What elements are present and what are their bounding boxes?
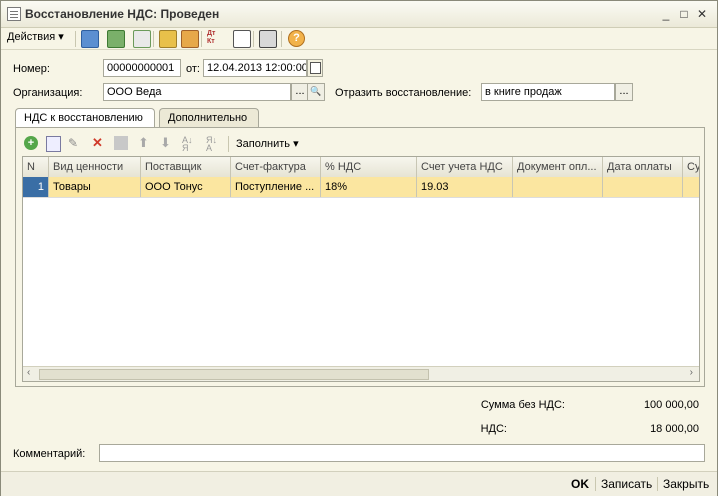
column-header-invoice[interactable]: Счет-фактура <box>231 157 321 177</box>
column-header-payment-document[interactable]: Документ опл... <box>513 157 603 177</box>
tab-panel: + ✎ ✕ ⬆ ⬇ A↓ Я Я↓ A Заполнить ▾ N Вид ценн… <box>15 127 705 387</box>
toolbar-separator <box>228 136 229 152</box>
number-field[interactable]: 00000000001 <box>103 59 181 77</box>
tab-additional[interactable]: Дополнительно <box>159 108 259 128</box>
sort-ascending-icon[interactable]: A↓ Я <box>182 136 196 153</box>
toolbar-separator <box>75 31 76 47</box>
fill-button[interactable]: Заполнить ▾ <box>236 137 299 150</box>
toolbar-separator <box>253 31 254 47</box>
chevron-down-icon: ▾ <box>293 138 299 150</box>
organization-open-button[interactable]: 🔍 <box>307 83 325 101</box>
reflect-field[interactable]: в книге продаж <box>481 83 615 101</box>
scrollbar-thumb[interactable] <box>39 369 429 380</box>
window-title: Восстановление НДС: Проведен <box>25 7 220 21</box>
copy-row-icon[interactable] <box>46 136 61 152</box>
scroll-left-icon[interactable]: ‹ <box>27 367 30 378</box>
main-toolbar: Действия ▾ Дт Кт ? <box>1 27 717 50</box>
close-window-button[interactable]: ✕ <box>695 7 709 21</box>
actions-menu-button[interactable]: Действия ▾ <box>7 30 64 46</box>
cell-payment-date[interactable] <box>603 177 683 197</box>
column-header-value-type[interactable]: Вид ценности <box>49 157 141 177</box>
table-row[interactable]: 1 Товары ООО Тонус Поступление ... 18% 1… <box>23 177 699 198</box>
minimize-button[interactable]: _ <box>659 7 673 21</box>
column-header-payment-date[interactable]: Дата оплаты <box>603 157 683 177</box>
comment-field[interactable] <box>99 444 705 462</box>
calendar-icon <box>309 62 321 74</box>
actions-label: Действия <box>7 31 56 43</box>
post-icon[interactable] <box>159 30 177 48</box>
copy-icon[interactable] <box>133 30 151 48</box>
cell-invoice[interactable]: Поступление ... <box>231 177 321 197</box>
comment-label: Комментарий: <box>13 448 86 460</box>
add-row-icon[interactable]: + <box>24 136 38 150</box>
column-header-sum[interactable]: Су <box>683 157 699 177</box>
cell-sum[interactable] <box>683 177 699 197</box>
document-icon <box>7 7 21 21</box>
vat-label: НДС: <box>480 423 507 435</box>
horizontal-scrollbar[interactable]: ‹ › <box>23 366 699 381</box>
organization-field[interactable]: ООО Веда <box>103 83 291 101</box>
document-window: Восстановление НДС: Проведен _ □ ✕ Дейст… <box>0 0 718 496</box>
column-header-vat-account[interactable]: Счет учета НДС <box>417 157 513 177</box>
sum-without-vat-label: Сумма без НДС: <box>480 399 565 411</box>
refresh-icon[interactable] <box>107 30 125 48</box>
move-up-icon[interactable]: ⬆ <box>138 135 152 150</box>
organization-label: Организация: <box>13 87 83 99</box>
fill-label: Заполнить <box>236 138 291 150</box>
cell-value-type[interactable]: Товары <box>49 177 141 197</box>
delete-icon[interactable]: ✕ <box>92 135 106 150</box>
cell-vat-rate[interactable]: 18% <box>321 177 417 197</box>
sum-without-vat-value: 100 000,00 <box>643 399 699 411</box>
column-header-n[interactable]: N <box>23 157 49 177</box>
reflect-select-button[interactable]: ... <box>615 83 633 101</box>
tab-vat-restoration[interactable]: НДС к восстановлению <box>15 108 155 128</box>
maximize-button[interactable]: □ <box>677 7 691 21</box>
report-icon[interactable] <box>233 30 251 48</box>
date-field[interactable]: 12.04.2013 12:00:00 <box>203 59 307 77</box>
close-button[interactable]: Закрыть <box>663 477 709 491</box>
form-footer: OK Записать Закрыть <box>1 471 717 496</box>
title-bar: Восстановление НДС: Проведен _ □ ✕ <box>1 1 717 28</box>
vat-value: 18 000,00 <box>650 423 699 435</box>
toolbar-separator <box>281 31 282 47</box>
scroll-right-icon[interactable]: › <box>690 367 693 378</box>
unpost-icon[interactable] <box>181 30 199 48</box>
end-edit-icon[interactable] <box>114 136 128 150</box>
toolbar-separator <box>153 31 154 47</box>
calendar-button[interactable] <box>307 59 323 77</box>
edit-icon[interactable]: ✎ <box>68 136 82 150</box>
dt-kt-icon[interactable]: Дт Кт <box>207 30 223 46</box>
sort-descending-icon[interactable]: Я↓ A <box>206 136 220 153</box>
list-icon[interactable] <box>259 30 277 48</box>
number-label: Номер: <box>13 63 50 75</box>
cell-vat-account[interactable]: 19.03 <box>417 177 513 197</box>
table-header: N Вид ценности Поставщик Счет-фактура % … <box>23 157 699 178</box>
row-number: 1 <box>23 177 49 197</box>
vat-table: N Вид ценности Поставщик Счет-фактура % … <box>22 156 700 382</box>
move-down-icon[interactable]: ⬇ <box>160 135 174 150</box>
help-icon[interactable]: ? <box>288 30 305 47</box>
cell-supplier[interactable]: ООО Тонус <box>141 177 231 197</box>
footer-separator <box>595 477 596 491</box>
chevron-down-icon: ▾ <box>58 31 64 43</box>
reflect-label: Отразить восстановление: <box>335 87 472 99</box>
go-to-icon[interactable] <box>81 30 99 48</box>
column-header-supplier[interactable]: Поставщик <box>141 157 231 177</box>
toolbar-separator <box>201 31 202 47</box>
column-header-vat-rate[interactable]: % НДС <box>321 157 417 177</box>
footer-separator <box>657 477 658 491</box>
date-label: от: <box>186 63 200 75</box>
save-button[interactable]: Записать <box>601 477 652 491</box>
ok-button[interactable]: OK <box>571 477 589 491</box>
search-icon: 🔍 <box>310 86 322 96</box>
cell-payment-document[interactable] <box>513 177 603 197</box>
